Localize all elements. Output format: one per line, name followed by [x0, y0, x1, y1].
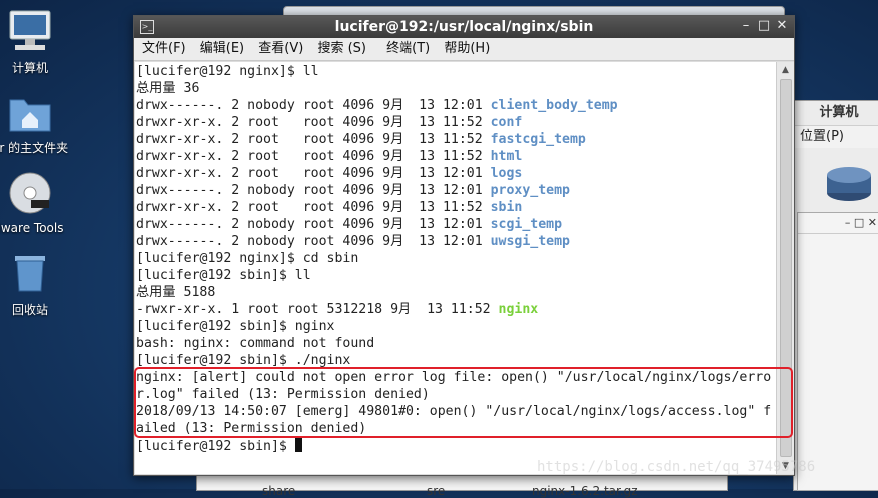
directory-name: fastcgi_temp: [490, 132, 586, 147]
maximize-icon[interactable]: □: [756, 18, 772, 34]
desktop-icon-label: 计算机: [11, 61, 48, 75]
terminal-line: drwxr-xr-x. 2 root root 4096 9月 13 11:52…: [136, 131, 776, 148]
terminal-line: -rwxr-xr-x. 1 root root 5312218 9月 13 11…: [136, 301, 776, 318]
terminal-line: drwx------. 2 nobody root 4096 9月 13 12:…: [136, 233, 776, 250]
terminal-line-text: [lucifer@192 sbin]$ nginx: [136, 319, 335, 334]
terminal-line: [lucifer@192 sbin]$: [136, 437, 776, 454]
menu-file[interactable]: 文件(F): [142, 38, 186, 60]
location-menu[interactable]: 位置(P): [794, 126, 878, 148]
menu-edit[interactable]: 编辑(E): [200, 38, 244, 60]
file-item[interactable]: share: [262, 484, 295, 498]
terminal-line-text: [lucifer@192 sbin]$: [136, 439, 295, 454]
terminal-line: drwxr-xr-x. 2 root root 4096 9月 13 11:52…: [136, 148, 776, 165]
menu-terminal[interactable]: 终端(T): [386, 38, 430, 60]
terminal-line: [lucifer@192 nginx]$ ll: [136, 63, 776, 80]
terminal-line: [lucifer@192 sbin]$ nginx: [136, 318, 776, 335]
terminal-line-text: 总用量 5188: [136, 285, 216, 300]
terminal-line: r.log" failed (13: Permission denied): [136, 386, 776, 403]
terminal-line: drwx------. 2 nobody root 4096 9月 13 12:…: [136, 216, 776, 233]
terminal-line-text: r.log" failed (13: Permission denied): [136, 387, 430, 402]
terminal-line: 总用量 36: [136, 80, 776, 97]
terminal-line: drwxr-xr-x. 2 root root 4096 9月 13 11:52…: [136, 199, 776, 216]
executable-name: nginx: [498, 302, 539, 317]
terminal-line: drwx------. 2 nobody root 4096 9月 13 12:…: [136, 97, 776, 114]
terminal-line-text: drwx------. 2 nobody root 4096 9月 13 12:…: [136, 234, 491, 249]
file-item[interactable]: sre: [427, 484, 445, 498]
terminal-line-text: 2018/09/13 14:50:07 [emerg] 49801#0: ope…: [136, 404, 772, 419]
terminal-line: [lucifer@192 sbin]$ ll: [136, 267, 776, 284]
terminal-window[interactable]: >_ lucifer@192:/usr/local/nginx/sbin – □…: [133, 15, 795, 476]
terminal-line-text: -rwxr-xr-x. 1 root root 5312218 9月 13 11…: [136, 302, 499, 317]
terminal-line-text: [lucifer@192 sbin]$ ll: [136, 268, 311, 283]
minimize-icon[interactable]: –: [738, 18, 754, 34]
terminal-line-text: 总用量 36: [136, 81, 200, 96]
file-item[interactable]: nginx-1.6.2.tar.gz: [532, 484, 638, 498]
terminal-line-text: [lucifer@192 nginx]$ ll: [136, 64, 319, 79]
text-cursor: [294, 437, 302, 452]
terminal-line-text: drwx------. 2 nobody root 4096 9月 13 12:…: [136, 217, 491, 232]
terminal-line-text: drwxr-xr-x. 2 root root 4096 9月 13 11:52: [136, 115, 491, 130]
computer-window-title: 计算机: [794, 101, 878, 126]
directory-name: client_body_temp: [490, 98, 618, 113]
watermark: https://blog.csdn.net/qq_37495786: [537, 459, 816, 475]
terminal-titlebar[interactable]: >_ lucifer@192:/usr/local/nginx/sbin – □…: [134, 16, 794, 38]
terminal-line: nginx: [alert] could not open error log …: [136, 369, 776, 386]
terminal-line: drwxr-xr-x. 2 root root 4096 9月 13 12:01…: [136, 165, 776, 182]
desktop-icon-vmware-tools[interactable]: Mware Tools: [0, 170, 70, 235]
close-icon[interactable]: ✕: [774, 18, 790, 34]
directory-name: sbin: [490, 200, 523, 215]
desktop-icon-label: fer 的主文件夹: [0, 141, 69, 155]
trash-icon: [0, 250, 70, 299]
terminal-line-text: drwxr-xr-x. 2 root root 4096 9月 13 11:52: [136, 132, 491, 147]
directory-name: uwsgi_temp: [490, 234, 570, 249]
terminal-line-text: ailed (13: Permission denied): [136, 421, 367, 436]
home-folder-icon: [0, 92, 70, 137]
menu-view[interactable]: 查看(V): [258, 38, 303, 60]
dvd-icon: [0, 170, 70, 219]
terminal-line: drwx------. 2 nobody root 4096 9月 13 12:…: [136, 182, 776, 199]
terminal-line-text: drwx------. 2 nobody root 4096 9月 13 12:…: [136, 183, 491, 198]
directory-name: proxy_temp: [490, 183, 570, 198]
terminal-line-text: drwxr-xr-x. 2 root root 4096 9月 13 11:52: [136, 149, 491, 164]
menu-help[interactable]: 帮助(H): [444, 38, 490, 60]
terminal-line-text: [lucifer@192 sbin]$ ./nginx: [136, 353, 351, 368]
desktop-icon-label: Mware Tools: [0, 221, 64, 235]
terminal-line: 总用量 5188: [136, 284, 776, 301]
terminal-menubar: 文件(F) 编辑(E) 查看(V) 搜索 (S) 终端(T) 帮助(H): [134, 38, 794, 61]
directory-name: html: [490, 149, 523, 164]
terminal-line-text: drwxr-xr-x. 2 root root 4096 9月 13 12:01: [136, 166, 491, 181]
terminal-line: [lucifer@192 nginx]$ cd sbin: [136, 250, 776, 267]
directory-name: logs: [490, 166, 523, 181]
desktop-icon-computer[interactable]: 计算机: [0, 8, 70, 76]
terminal-line: bash: nginx: command not found: [136, 335, 776, 352]
secondary-window-controls[interactable]: – □ ✕: [798, 213, 878, 234]
menu-search[interactable]: 搜索 (S): [317, 38, 366, 60]
terminal-line: ailed (13: Permission denied): [136, 420, 776, 437]
terminal-line: drwxr-xr-x. 2 root root 4096 9月 13 11:52…: [136, 114, 776, 131]
terminal-line-text: bash: nginx: command not found: [136, 336, 375, 351]
desktop-icon-label: 回收站: [11, 303, 48, 317]
terminal-line: 2018/09/13 14:50:07 [emerg] 49801#0: ope…: [136, 403, 776, 420]
terminal-line-text: nginx: [alert] could not open error log …: [136, 370, 772, 385]
terminal-line-text: [lucifer@192 nginx]$ cd sbin: [136, 251, 359, 266]
terminal-line-text: drwxr-xr-x. 2 root root 4096 9月 13 11:52: [136, 200, 491, 215]
terminal-output[interactable]: [lucifer@192 nginx]$ ll 总用量 36 drwx------.…: [135, 62, 776, 474]
terminal-title: lucifer@192:/usr/local/nginx/sbin: [334, 19, 594, 35]
directory-name: scgi_temp: [490, 217, 563, 232]
terminal-line: [lucifer@192 sbin]$ ./nginx: [136, 352, 776, 369]
desktop-icon-home[interactable]: fer 的主文件夹: [0, 92, 70, 156]
desktop-icon-trash[interactable]: 回收站: [0, 250, 70, 318]
computer-icon: [0, 8, 70, 57]
drive-icon[interactable]: [824, 163, 874, 203]
scrollbar-thumb[interactable]: [780, 79, 792, 457]
terminal-scrollbar[interactable]: ▲ ▼: [776, 62, 794, 474]
directory-name: conf: [490, 115, 523, 130]
secondary-window[interactable]: – □ ✕: [797, 212, 878, 491]
terminal-line-text: drwx------. 2 nobody root 4096 9月 13 12:…: [136, 98, 491, 113]
scroll-up-icon[interactable]: ▲: [777, 62, 794, 78]
